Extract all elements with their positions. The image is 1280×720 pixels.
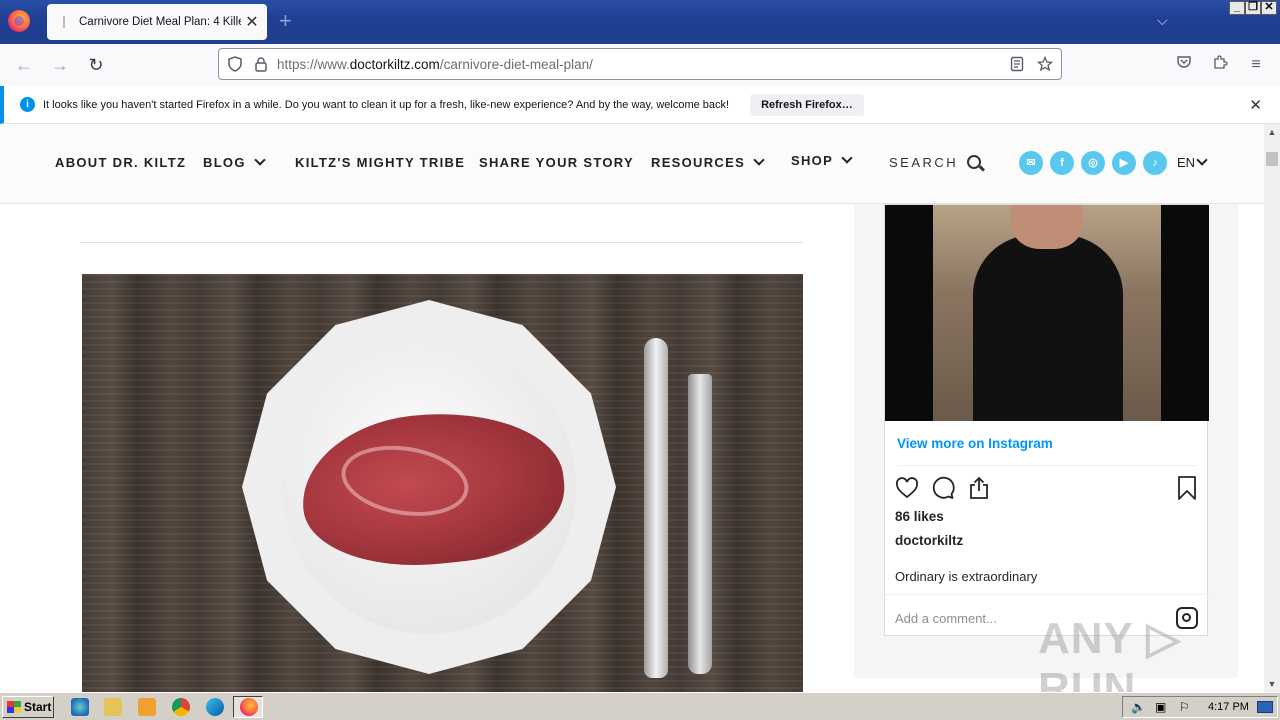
sidebar: View more on Instagram 86 likes doctorki… — [854, 204, 1238, 678]
search-label[interactable]: SEARCH — [889, 155, 958, 170]
show-desktop-icon[interactable] — [1257, 701, 1273, 713]
nav-item-blog[interactable]: BLOG — [203, 154, 266, 170]
youtube-icon[interactable]: ▶ — [1112, 151, 1136, 175]
chevron-down-icon — [1196, 154, 1208, 166]
chevron-down-icon — [254, 154, 266, 166]
site-header: ABOUT DR. KILTZ BLOG KILTZ'S MIGHTY TRIB… — [0, 124, 1264, 204]
add-comment-input[interactable]: Add a comment... — [895, 611, 997, 626]
url-path: /carnivore-diet-meal-plan/ — [439, 56, 593, 72]
instagram-video[interactable] — [885, 205, 1209, 421]
nav-item-mighty-tribe[interactable]: KILTZ'S MIGHTY TRIBE — [295, 155, 465, 170]
language-selector[interactable]: EN — [1177, 154, 1208, 170]
media-player-icon[interactable] — [138, 698, 156, 716]
divider — [897, 465, 1197, 466]
tab-close-icon[interactable]: ✕ — [241, 12, 263, 32]
browser-titlebar: Carnivore Diet Meal Plan: 4 Killer M ✕ +… — [0, 0, 1280, 44]
navigation-toolbar: ← → ↻ https://www.doctorkiltz.com/carniv… — [0, 44, 1280, 86]
post-username[interactable]: doctorkiltz — [895, 533, 963, 548]
fork — [688, 374, 712, 674]
reload-icon[interactable]: ↻ — [85, 54, 107, 76]
start-button[interactable]: Start — [2, 696, 54, 718]
new-tab-icon[interactable]: + — [279, 10, 292, 32]
nav-label: BLOG — [203, 155, 246, 170]
scroll-up-arrow-icon[interactable]: ▲ — [1264, 124, 1280, 140]
internet-explorer-icon[interactable] — [71, 698, 89, 716]
nav-item-resources[interactable]: RESOURCES — [651, 154, 765, 170]
nav-label: KILTZ'S MIGHTY TRIBE — [295, 155, 466, 170]
info-icon: i — [20, 97, 35, 112]
pocket-icon[interactable] — [1173, 54, 1195, 76]
video-frame — [933, 205, 1161, 421]
extensions-puzzle-icon[interactable] — [1209, 54, 1231, 76]
facebook-icon[interactable]: f — [1050, 151, 1074, 175]
nav-item-shop[interactable]: SHOP — [791, 152, 853, 168]
start-label: Start — [24, 700, 52, 714]
padlock-icon[interactable] — [251, 54, 271, 74]
page-scrollbar[interactable]: ▲ ▼ — [1264, 124, 1280, 692]
window-minimize-button[interactable]: _ — [1229, 1, 1245, 15]
language-label: EN — [1177, 155, 1196, 170]
chrome-icon[interactable] — [172, 698, 190, 716]
bookmark-star-icon[interactable] — [1035, 54, 1055, 74]
refresh-firefox-button[interactable]: Refresh Firefox… — [750, 93, 864, 116]
tiktok-icon[interactable]: ♪ — [1143, 151, 1167, 175]
tab-title: Carnivore Diet Meal Plan: 4 Killer M — [79, 16, 241, 28]
tracking-protection-shield-icon[interactable] — [225, 54, 245, 74]
nav-label: ABOUT DR. KILTZ — [55, 155, 187, 170]
taskbar-clock[interactable]: 4:17 PM — [1208, 701, 1249, 713]
email-icon[interactable]: ✉ — [1019, 151, 1043, 175]
taskbar-firefox-active[interactable] — [233, 696, 263, 718]
reader-view-icon[interactable] — [1007, 54, 1027, 74]
divider — [81, 242, 803, 243]
hamburger-menu-icon[interactable]: ≡ — [1245, 54, 1267, 76]
url-domain: doctorkiltz.com — [349, 56, 440, 72]
scrollbar-thumb[interactable] — [1266, 152, 1278, 166]
tab-favicon-icon — [59, 16, 69, 28]
speaker-icon[interactable]: 🔈 — [1131, 700, 1146, 714]
notification-text: It looks like you haven't started Firefo… — [43, 98, 730, 111]
likes-count[interactable]: 86 likes — [895, 509, 944, 524]
nav-label: SHOP — [791, 153, 834, 168]
nav-item-share-your-story[interactable]: SHARE YOUR STORY — [479, 155, 634, 170]
divider — [885, 594, 1209, 595]
windows-taskbar: Start 🔈 ▣ ⚐ 4:17 PM — [0, 692, 1280, 720]
network-icon[interactable]: ▣ — [1155, 700, 1166, 714]
windows-flag-icon — [7, 701, 21, 713]
firefox-refresh-notification: i It looks like you haven't started Fire… — [0, 86, 1280, 124]
firefox-icon — [240, 698, 258, 716]
back-arrow-icon[interactable]: ← — [13, 54, 35, 76]
notification-close-icon[interactable]: ✕ — [1249, 96, 1262, 114]
url-bar[interactable]: https://www.doctorkiltz.com/carnivore-di… — [218, 48, 1062, 80]
hero-image-steak-on-plate — [82, 274, 803, 692]
comment-icon[interactable] — [931, 476, 955, 500]
view-more-on-instagram-link[interactable]: View more on Instagram — [897, 436, 1053, 451]
post-caption: Ordinary is extraordinary — [895, 569, 1038, 584]
system-tray: 🔈 ▣ ⚐ — [1122, 696, 1278, 718]
url-prefix: https://www. — [277, 56, 350, 72]
video-person-head — [1011, 205, 1083, 249]
url-text[interactable]: https://www.doctorkiltz.com/carnivore-di… — [277, 57, 1007, 72]
edge-icon[interactable] — [206, 698, 224, 716]
action-center-flag-icon[interactable]: ⚐ — [1179, 700, 1190, 714]
heart-icon[interactable] — [895, 476, 919, 500]
window-close-button[interactable]: ✕ — [1261, 1, 1277, 15]
search-icon[interactable] — [967, 155, 981, 169]
list-all-tabs-chevron-icon[interactable]: ⌵ — [1157, 12, 1168, 29]
forward-arrow-icon[interactable]: → — [49, 54, 71, 76]
nav-label: SHARE YOUR STORY — [479, 155, 634, 170]
folder-icon[interactable] — [104, 698, 122, 716]
firefox-logo-icon[interactable] — [8, 10, 30, 32]
chevron-down-icon — [841, 152, 853, 164]
instagram-icon[interactable]: ◎ — [1081, 151, 1105, 175]
knife — [644, 338, 668, 678]
window-restore-button[interactable]: ❐ — [1245, 1, 1261, 15]
instagram-embed-card: View more on Instagram 86 likes doctorki… — [884, 204, 1209, 636]
share-icon[interactable] — [967, 476, 991, 500]
video-person — [973, 235, 1123, 421]
browser-tab-active[interactable]: Carnivore Diet Meal Plan: 4 Killer M ✕ — [47, 4, 267, 40]
nav-item-about[interactable]: ABOUT DR. KILTZ — [55, 155, 186, 170]
bookmark-icon[interactable] — [1177, 476, 1197, 500]
chevron-down-icon — [753, 154, 765, 166]
nav-label: RESOURCES — [651, 155, 746, 170]
